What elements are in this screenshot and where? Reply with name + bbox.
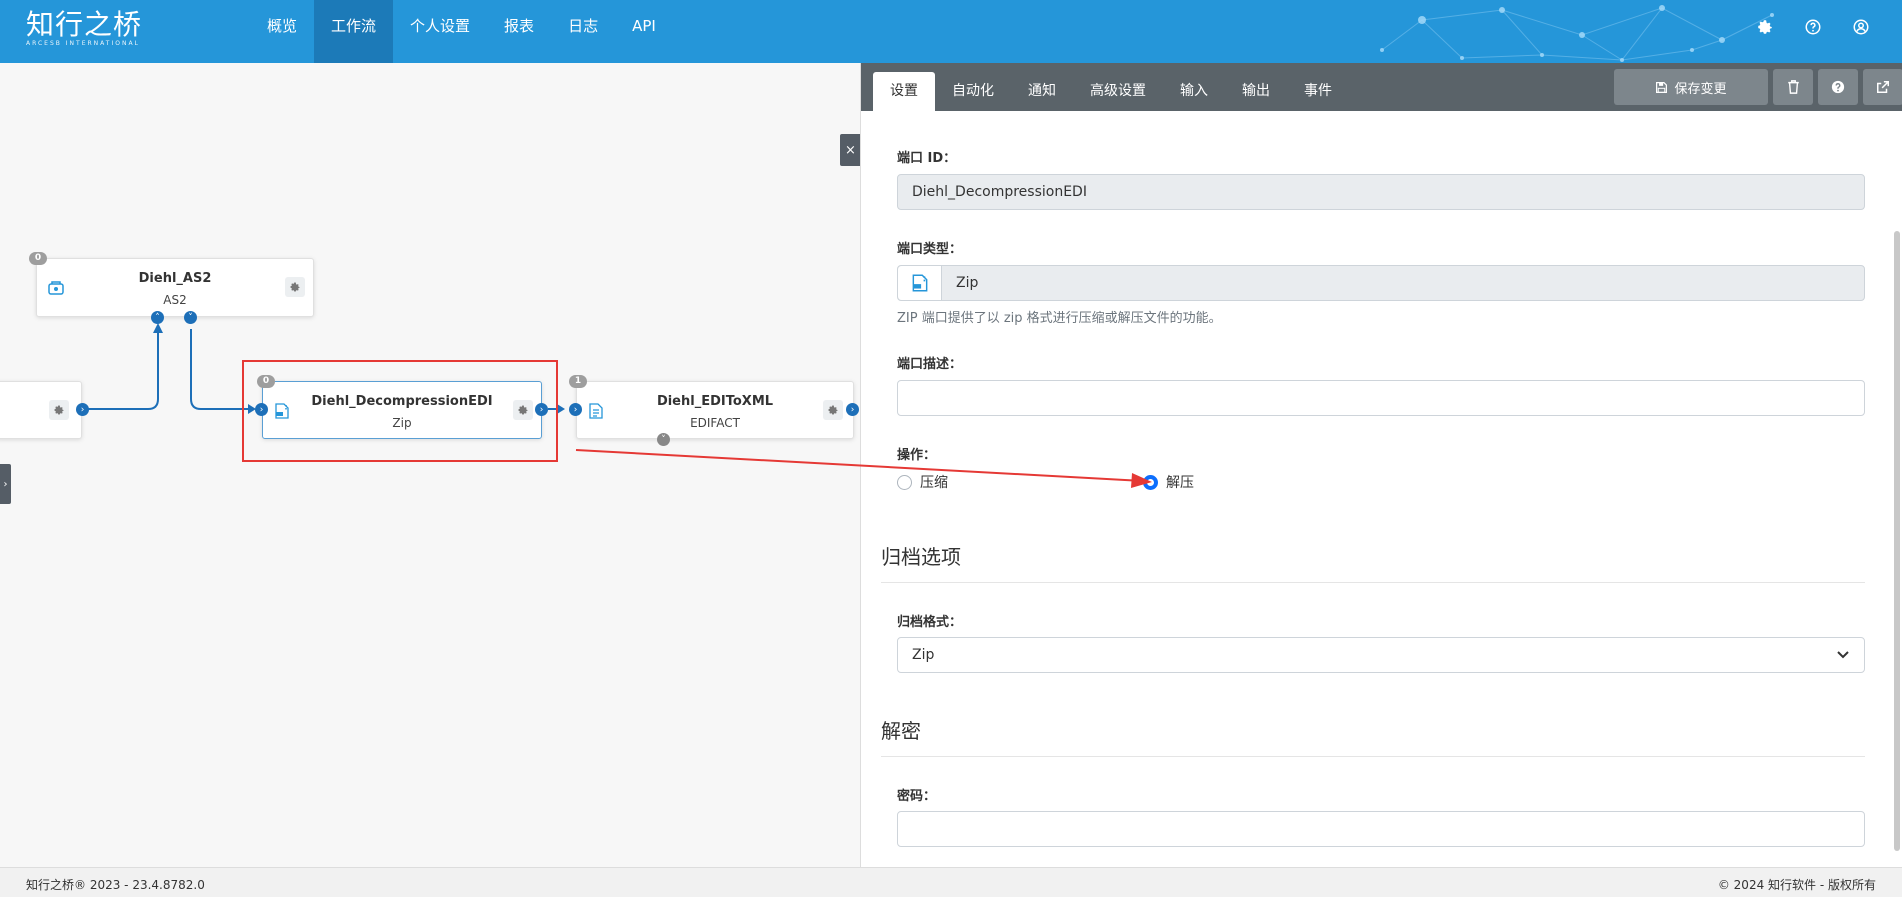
node-gear-button[interactable] bbox=[49, 400, 69, 420]
arrowhead-edi bbox=[557, 404, 565, 414]
operation-label: 操作： bbox=[897, 448, 937, 463]
node-subtitle: AS2 bbox=[163, 293, 187, 307]
help-button[interactable] bbox=[1818, 69, 1858, 105]
nav-item-api[interactable]: API bbox=[615, 0, 673, 63]
tab-advanced[interactable]: 高级设置 bbox=[1073, 72, 1163, 111]
nav-item-overview[interactable]: 概览 bbox=[250, 0, 314, 63]
zip-file-icon bbox=[898, 266, 942, 300]
port-id-label: 端口 ID： bbox=[897, 151, 957, 166]
tab-automation[interactable]: 自动化 bbox=[935, 72, 1011, 111]
edi-input-port[interactable]: › bbox=[569, 403, 582, 416]
password-label: 密码： bbox=[897, 789, 937, 804]
close-panel-button[interactable]: × bbox=[840, 134, 861, 166]
tab-settings[interactable]: 设置 bbox=[873, 72, 935, 111]
nav-item-workflow[interactable]: 工作流 bbox=[314, 0, 394, 63]
open-external-button[interactable] bbox=[1863, 69, 1902, 105]
highlight-box bbox=[242, 360, 558, 462]
port-type-label: 端口类型： bbox=[897, 242, 963, 257]
help-icon[interactable] bbox=[1802, 16, 1824, 38]
node-partial-left[interactable] bbox=[0, 381, 82, 439]
node-as2[interactable]: 0 Diehl_AS2 AS2 bbox=[29, 252, 314, 317]
footer: 知行之桥® 2023 - 23.4.8782.0 © 2024 知行软件 - 版… bbox=[0, 867, 1902, 897]
output-port[interactable]: › bbox=[76, 403, 89, 416]
radio-compress[interactable]: 压缩 bbox=[897, 472, 948, 492]
save-changes-label: 保存变更 bbox=[1674, 81, 1727, 97]
help-circle-icon bbox=[1831, 80, 1845, 94]
nav-item-reports[interactable]: 报表 bbox=[487, 0, 551, 63]
radio-decompress-label: 解压 bbox=[1166, 475, 1194, 491]
port-type-help: ZIP 端口提供了以 zip 格式进行压缩或解压文件的功能。 bbox=[897, 311, 1222, 326]
scrollbar-thumb[interactable] bbox=[1894, 231, 1900, 851]
port-settings-panel: 设置 自动化 通知 高级设置 输入 输出 事件 保存变更 端口 ID： Dieh… bbox=[860, 63, 1902, 867]
radio-compress-label: 压缩 bbox=[920, 475, 948, 491]
node-edi-to-xml[interactable]: 1 Diehl_EDIToXML EDIFACT bbox=[569, 375, 854, 439]
edi-output-port[interactable]: › bbox=[846, 403, 859, 416]
top-icons bbox=[1754, 16, 1872, 38]
workflow-canvas[interactable]: › 0 Diehl_AS2 AS2 ˄ ˅ 0 Diehl_Decompress… bbox=[0, 63, 1152, 867]
tab-events[interactable]: 事件 bbox=[1287, 72, 1349, 111]
panel-toolbar: 保存变更 bbox=[1614, 69, 1902, 105]
nav-item-logs[interactable]: 日志 bbox=[551, 0, 615, 63]
save-icon bbox=[1656, 81, 1668, 93]
archive-format-label: 归档格式： bbox=[897, 615, 963, 630]
footer-version: 知行之桥® 2023 - 23.4.8782.0 bbox=[26, 878, 205, 892]
port-id-field[interactable]: Diehl_DecompressionEDI bbox=[897, 174, 1865, 210]
chevron-down-icon bbox=[1837, 651, 1849, 659]
archive-format-value: Zip bbox=[912, 647, 935, 663]
top-navbar: 知行之桥 ARCESB INTERNATIONAL 概览 工作流 个人设置 报表… bbox=[0, 0, 1902, 63]
archive-section-title: 归档选项 bbox=[881, 541, 1865, 583]
node-title: Diehl_AS2 bbox=[138, 271, 212, 286]
edi-expand-port[interactable]: ˅ bbox=[657, 433, 670, 446]
network-decoration bbox=[1380, 5, 1774, 62]
decrypt-section-title: 解密 bbox=[881, 715, 1865, 757]
node-badge: 1 bbox=[569, 375, 587, 388]
delete-button[interactable] bbox=[1773, 69, 1813, 105]
trash-icon bbox=[1787, 80, 1799, 94]
radio-compress-circle[interactable] bbox=[897, 474, 912, 490]
tab-output[interactable]: 输出 bbox=[1225, 72, 1287, 111]
node-gear-button[interactable] bbox=[823, 400, 843, 420]
panel-tabbar: 设置 自动化 通知 高级设置 输入 输出 事件 保存变更 bbox=[861, 63, 1902, 111]
as2-output-port[interactable]: ˅ bbox=[184, 311, 197, 324]
brand-name-cn: 知行之桥 bbox=[26, 8, 143, 41]
sidebar-toggle-button[interactable]: › bbox=[0, 464, 11, 504]
user-icon[interactable] bbox=[1850, 16, 1872, 38]
external-link-icon bbox=[1877, 81, 1889, 93]
as2-input-port[interactable]: ˄ bbox=[151, 311, 164, 324]
port-description-label: 端口描述： bbox=[897, 357, 963, 372]
arrowhead-as2 bbox=[153, 323, 163, 333]
panel-tabs: 设置 自动化 通知 高级设置 输入 输出 事件 bbox=[873, 72, 1349, 111]
port-type-value: Zip bbox=[956, 275, 979, 291]
tab-input[interactable]: 输入 bbox=[1163, 72, 1225, 111]
main-menu: 概览 工作流 个人设置 报表 日志 API bbox=[250, 0, 673, 63]
panel-scrollbar[interactable] bbox=[1892, 111, 1902, 867]
node-badge: 0 bbox=[29, 252, 47, 265]
radio-decompress-circle[interactable] bbox=[1143, 474, 1158, 490]
save-changes-button[interactable]: 保存变更 bbox=[1614, 69, 1768, 105]
brand-logo[interactable]: 知行之桥 ARCESB INTERNATIONAL bbox=[26, 8, 142, 47]
node-title: Diehl_EDIToXML bbox=[656, 394, 774, 409]
radio-decompress[interactable]: 解压 bbox=[1143, 472, 1194, 492]
node-subtitle: EDIFACT bbox=[690, 416, 740, 430]
port-type-field[interactable]: Zip bbox=[897, 265, 1865, 301]
port-description-textarea[interactable] bbox=[897, 380, 1865, 416]
node-gear-button[interactable] bbox=[285, 277, 305, 297]
gear-icon[interactable] bbox=[1754, 16, 1776, 38]
brand-name-en: ARCESB INTERNATIONAL bbox=[26, 40, 140, 47]
nav-item-profile[interactable]: 个人设置 bbox=[393, 0, 487, 63]
password-field[interactable] bbox=[897, 811, 1865, 847]
archive-format-select[interactable]: Zip bbox=[897, 637, 1865, 673]
footer-copyright: © 2024 知行软件 - 版权所有 bbox=[1717, 878, 1876, 892]
connector-start-to-as2 bbox=[88, 329, 159, 410]
connection-lines bbox=[88, 323, 565, 414]
tab-notification[interactable]: 通知 bbox=[1011, 72, 1073, 111]
